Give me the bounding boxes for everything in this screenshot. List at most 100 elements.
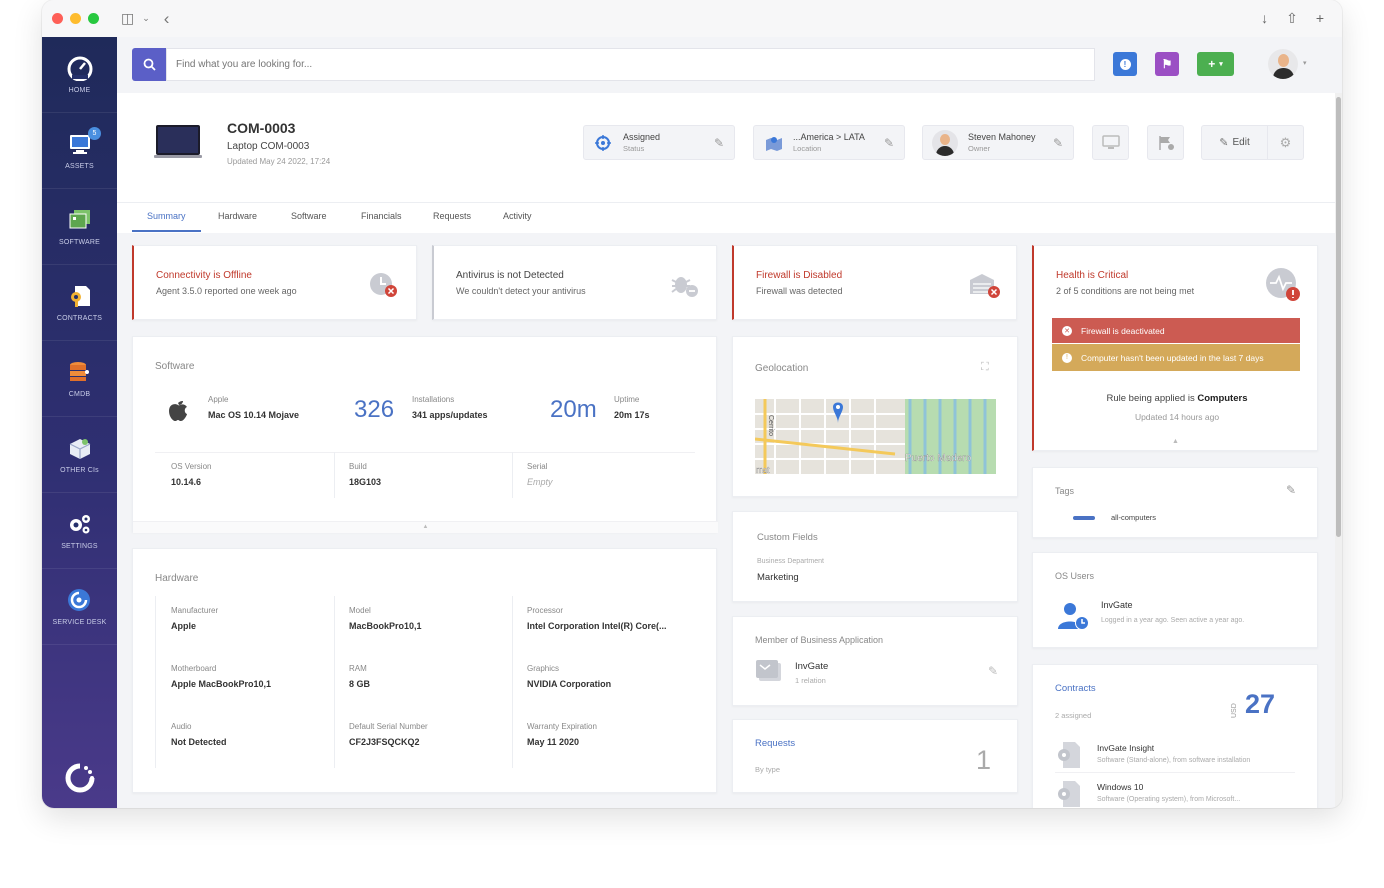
- sidebar-item-settings[interactable]: SETTINGS: [42, 493, 117, 569]
- main-content: ! ⚑ +▾ ▾ COM-0003 Laptop COM-0003 Update…: [117, 37, 1342, 808]
- field-graphics: Graphics NVIDIA Corporation: [527, 664, 612, 689]
- flag-button[interactable]: [1147, 125, 1184, 160]
- settings-button[interactable]: ⚙: [1268, 135, 1303, 151]
- tab-hardware[interactable]: Hardware: [218, 211, 257, 221]
- owner-label: Owner: [968, 144, 991, 153]
- asset-updated: Updated May 24 2022, 17:24: [227, 157, 331, 166]
- alert-card-antivirus[interactable]: Antivirus is not Detected We couldn't de…: [432, 245, 717, 320]
- status-card[interactable]: Assigned Status ✎: [583, 125, 735, 160]
- alert-card-connectivity[interactable]: Connectivity is Offline Agent 3.5.0 repo…: [132, 245, 417, 320]
- requests-subtitle: By type: [755, 765, 781, 774]
- browser-toolbar: ◫ ⌄ ‹ ↓ ⇧ +: [42, 0, 1342, 37]
- search-input[interactable]: [166, 48, 1095, 81]
- requests-card[interactable]: Requests By type 1: [732, 719, 1018, 793]
- owner-card[interactable]: Steven Mahoney Owner ✎: [922, 125, 1074, 160]
- alert-card-firewall[interactable]: Firewall is Disabled Firewall was detect…: [732, 245, 1017, 320]
- business-application-card: Member of Business Application InvGate 1…: [732, 616, 1018, 706]
- flag-icon: [1158, 135, 1174, 150]
- sidebar-item-cmdb[interactable]: CMDB: [42, 341, 117, 417]
- map-label: Cerrito: [767, 415, 774, 436]
- user-avatar[interactable]: [1268, 49, 1298, 79]
- sidebar-item-label: ASSETS: [65, 163, 94, 170]
- add-new-button[interactable]: + ▾: [1197, 52, 1234, 76]
- installations-count[interactable]: 326: [354, 396, 394, 424]
- scrollbar-thumb[interactable]: [1336, 97, 1341, 537]
- back-arrow-icon[interactable]: ‹: [164, 9, 170, 29]
- business-application-name[interactable]: InvGate: [795, 661, 828, 672]
- sidebar-item-contracts[interactable]: CONTRACTS: [42, 265, 117, 341]
- condition-text: Firewall is deactivated: [1081, 325, 1165, 336]
- edit-icon[interactable]: ✎: [1286, 483, 1296, 497]
- tab-software[interactable]: Software: [291, 211, 327, 221]
- custom-fields-card: Custom Fields Business Department Market…: [732, 511, 1018, 602]
- tags-card: Tags ✎ all-computers: [1032, 467, 1318, 538]
- os-user-name[interactable]: InvGate: [1101, 600, 1133, 610]
- installations-label: Installations: [412, 395, 455, 404]
- edit-icon[interactable]: ✎: [988, 664, 998, 678]
- new-tab-icon[interactable]: +: [1316, 10, 1324, 27]
- contracts-subtitle: 2 assigned: [1055, 711, 1092, 720]
- firewall-icon: [970, 274, 1000, 298]
- sidebar-toggle-icon[interactable]: ◫: [121, 10, 134, 27]
- asset-header: COM-0003 Laptop COM-0003 Updated May 24 …: [117, 93, 1335, 203]
- assets-count-badge: 5: [88, 127, 101, 140]
- edit-button[interactable]: ✎ Edit: [1202, 126, 1268, 159]
- notifications-button[interactable]: !: [1113, 52, 1137, 76]
- uptime-value: 20m: [550, 396, 597, 423]
- sidebar-item-label: SOFTWARE: [58, 239, 100, 246]
- health-pulse-icon: [1266, 268, 1300, 301]
- contract-item[interactable]: Windows 10 Software (Operating system), …: [1055, 778, 1295, 808]
- health-rule: Rule being applied is Computers: [1034, 393, 1320, 404]
- owner-avatar: [932, 129, 958, 156]
- tab-financials[interactable]: Financials: [361, 211, 402, 221]
- alert-title: Firewall is Disabled: [756, 270, 843, 281]
- chevron-down-icon[interactable]: ▾: [1303, 59, 1307, 67]
- os-user-detail: Logged in a year ago. Seen active a year…: [1101, 617, 1245, 624]
- collapse-icon[interactable]: ▲: [133, 521, 718, 533]
- contract-name: InvGate Insight: [1097, 743, 1155, 753]
- tags-button[interactable]: ⚑: [1155, 52, 1179, 76]
- download-icon[interactable]: ↓: [1261, 10, 1268, 27]
- tab-summary[interactable]: Summary: [147, 211, 186, 221]
- sidebar-item-service-desk[interactable]: SERVICE DESK: [42, 569, 117, 645]
- gear-icon: ⚙: [1279, 134, 1292, 150]
- contract-icon: [70, 286, 90, 307]
- close-window-button[interactable]: [52, 13, 63, 24]
- contracts-amount: 27: [1245, 689, 1276, 719]
- search-button[interactable]: [132, 48, 166, 81]
- minimize-window-button[interactable]: [70, 13, 81, 24]
- edit-icon[interactable]: ✎: [714, 136, 724, 150]
- application-icon: [756, 660, 781, 681]
- remote-desktop-button[interactable]: [1092, 125, 1129, 160]
- field-serial: Serial Empty: [527, 462, 553, 487]
- tag-item[interactable]: all-computers: [1111, 513, 1156, 522]
- collapse-icon[interactable]: ▲: [1172, 438, 1179, 445]
- field-manufacturer: Manufacturer Apple: [171, 606, 219, 631]
- location-map[interactable]: Cerrito Puerto Madero rrat: [755, 399, 996, 474]
- edit-icon[interactable]: ✎: [1053, 136, 1063, 150]
- requests-title: Requests: [755, 738, 796, 749]
- sidebar-item-assets[interactable]: 5 ASSETS: [42, 113, 117, 189]
- custom-fields-title: Custom Fields: [757, 532, 818, 543]
- asset-tabs: Summary Hardware Software Financials Req…: [117, 203, 1335, 233]
- share-icon[interactable]: ⇧: [1286, 10, 1298, 27]
- tab-requests[interactable]: Requests: [433, 211, 471, 221]
- field-ram: RAM 8 GB: [349, 664, 371, 689]
- sidebar-item-home[interactable]: HOME: [42, 37, 117, 113]
- maximize-window-button[interactable]: [88, 13, 99, 24]
- bug-icon: [671, 277, 698, 297]
- field-processor: Processor Intel Corporation Intel(R) Core…: [527, 606, 667, 631]
- hardware-card: Hardware Manufacturer Apple Model MacBookP…: [132, 548, 717, 793]
- contract-detail: Software (Stand-alone), from software in…: [1097, 757, 1251, 764]
- location-card[interactable]: ...America > LATA Location ✎: [753, 125, 905, 160]
- chevron-down-icon[interactable]: ⌄: [142, 13, 150, 24]
- tab-activity[interactable]: Activity: [503, 211, 532, 221]
- sidebar-item-software[interactable]: SOFTWARE: [42, 189, 117, 265]
- sidebar-item-other-cis[interactable]: OTHER CIs: [42, 417, 117, 493]
- expand-icon[interactable]: ⛶: [981, 361, 989, 374]
- edit-icon[interactable]: ✎: [884, 136, 894, 150]
- hardware-title: Hardware: [155, 573, 199, 584]
- asset-code: COM-0003: [227, 120, 296, 136]
- contracts-title[interactable]: Contracts: [1055, 683, 1096, 694]
- contract-item[interactable]: InvGate Insight Software (Stand-alone), …: [1055, 739, 1295, 773]
